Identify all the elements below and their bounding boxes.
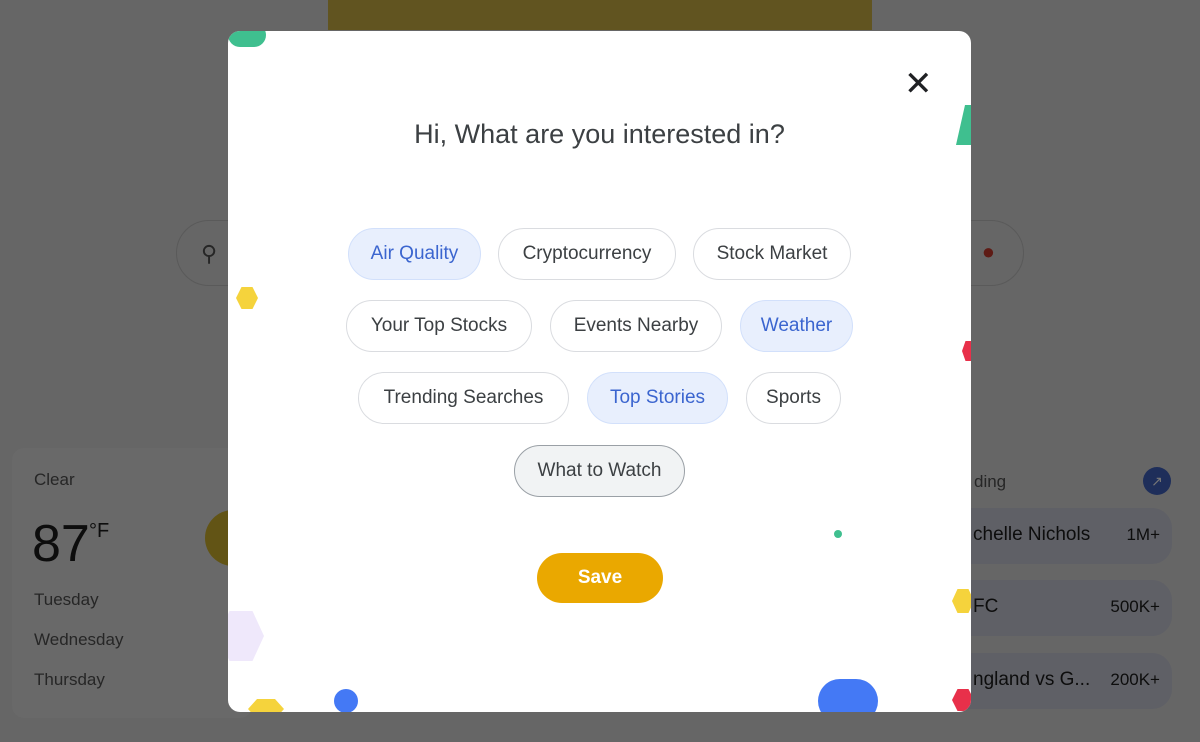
temperature-unit: °F [89,520,110,542]
topic-chip-air-quality[interactable]: Air Quality [348,228,481,280]
confetti-shape [818,679,878,712]
interests-dialog: ✕ Hi, What are you interested in? Air Qu… [228,31,971,712]
confetti-shape [834,530,842,538]
trending-count: 200K+ [1110,670,1160,689]
confetti-shape [236,287,258,309]
microphone-icon[interactable]: ● [982,239,995,265]
temperature: 87 [32,515,90,573]
dialog-title: Hi, What are you interested in? [414,119,785,149]
topic-chip-trending-searches[interactable]: Trending Searches [358,372,569,424]
confetti-shape [228,611,264,661]
trending-item[interactable]: ngland vs G... 200K+ [940,653,1172,709]
topic-chip-weather[interactable]: Weather [740,300,853,352]
confetti-shape [952,589,971,613]
trending-count: 1M+ [1126,525,1160,544]
forecast-day: Thursday [34,670,105,689]
confetti-shape [962,341,971,361]
trending-icon: ↗ [1143,467,1171,495]
confetti-shape [228,31,266,47]
topic-chip-what-to-watch[interactable]: What to Watch [514,445,685,497]
confetti-shape [248,699,284,712]
trending-item[interactable]: FC 500K+ [940,580,1172,636]
topic-chip-stock-market[interactable]: Stock Market [693,228,851,280]
forecast-day: Wednesday [34,630,124,649]
close-icon[interactable]: ✕ [904,67,933,101]
topic-chip-events-nearby[interactable]: Events Nearby [550,300,722,352]
trending-item[interactable]: chelle Nichols 1M+ [940,508,1172,564]
trending-count: 500K+ [1110,597,1160,616]
doodle-banner [328,0,872,30]
trending-name: ngland vs G... [973,669,1091,690]
trending-name: chelle Nichols [973,524,1091,545]
search-icon: ⚲ [201,241,218,266]
weather-condition: Clear [34,470,75,489]
trending-title: ding [974,472,1007,491]
topic-chip-your-top-stocks[interactable]: Your Top Stocks [346,300,532,352]
trending-name: FC [973,596,999,617]
weather-card[interactable]: Clear 87 °F Tuesday Wednesday Thursday [12,448,261,718]
topic-chip-sports[interactable]: Sports [746,372,841,424]
save-button[interactable]: Save [537,553,663,603]
forecast-day: Tuesday [34,590,99,609]
confetti-shape [334,689,358,712]
confetti-shape [952,689,971,711]
trending-card: ding ↗ chelle Nichols 1M+ FC 500K+ ngland … [940,448,1190,718]
topic-chip-cryptocurrency[interactable]: Cryptocurrency [498,228,676,280]
topic-chip-top-stories[interactable]: Top Stories [587,372,728,424]
